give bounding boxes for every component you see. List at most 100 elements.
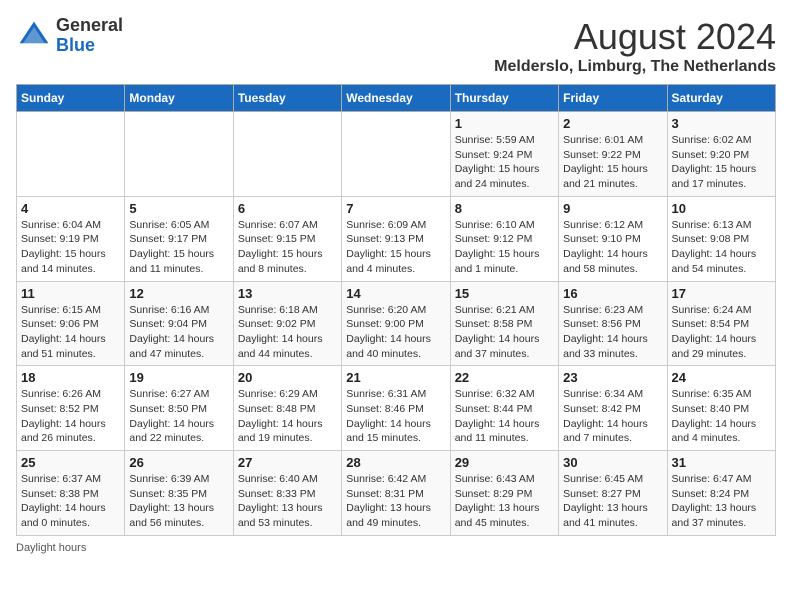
footer-note: Daylight hours: [16, 542, 776, 554]
page-header: General Blue August 2024 Melderslo, Limb…: [16, 16, 776, 76]
calendar-cell: 1 Sunrise: 5:59 AM Sunset: 9:24 PM Daylig…: [450, 112, 558, 197]
day-number: 28: [346, 455, 445, 470]
weekday-header-saturday: Saturday: [667, 85, 775, 112]
calendar-cell: 12 Sunrise: 6:16 AM Sunset: 9:04 PM Dayli…: [125, 281, 233, 366]
day-number: 31: [672, 455, 771, 470]
calendar-week-row: 4Sunrise: 6:04 AM Sunset: 9:19 PM Daylig…: [17, 196, 776, 281]
day-number: 11: [21, 286, 120, 301]
day-info: Sunrise: 6:01 AM Sunset: 9:22 PM Dayligh…: [563, 133, 662, 192]
day-info: Sunrise: 6:05 AM Sunset: 9:17 PM Dayligh…: [129, 218, 228, 277]
calendar-cell: 31 Sunrise: 6:47 AM Sunset: 8:24 PM Dayli…: [667, 451, 775, 536]
day-info: Sunrise: 6:43 AM Sunset: 8:29 PM Dayligh…: [455, 472, 554, 531]
calendar-cell: 5Sunrise: 6:05 AM Sunset: 9:17 PM Daylig…: [125, 196, 233, 281]
day-info: Sunrise: 6:26 AM Sunset: 8:52 PM Dayligh…: [21, 387, 120, 446]
day-info: Sunrise: 6:39 AM Sunset: 8:35 PM Dayligh…: [129, 472, 228, 531]
day-info: Sunrise: 6:16 AM Sunset: 9:04 PM Dayligh…: [129, 303, 228, 362]
calendar-cell: 6 Sunrise: 6:07 AM Sunset: 9:15 PM Daylig…: [233, 196, 341, 281]
calendar-cell: 26 Sunrise: 6:39 AM Sunset: 8:35 PM Dayli…: [125, 451, 233, 536]
calendar-cell: 29Sunrise: 6:43 AM Sunset: 8:29 PM Dayli…: [450, 451, 558, 536]
calendar-cell: 2Sunrise: 6:01 AM Sunset: 9:22 PM Daylig…: [559, 112, 667, 197]
day-number: 26: [129, 455, 228, 470]
day-info: Sunrise: 6:10 AM Sunset: 9:12 PM Dayligh…: [455, 218, 554, 277]
day-info: Sunrise: 6:23 AM Sunset: 8:56 PM Dayligh…: [563, 303, 662, 362]
day-number: 18: [21, 370, 120, 385]
logo-general-text: General: [56, 16, 123, 36]
day-info: Sunrise: 6:27 AM Sunset: 8:50 PM Dayligh…: [129, 387, 228, 446]
day-info: Sunrise: 6:35 AM Sunset: 8:40 PM Dayligh…: [672, 387, 771, 446]
calendar-cell: [17, 112, 125, 197]
day-number: 19: [129, 370, 228, 385]
calendar-cell: 20 Sunrise: 6:29 AM Sunset: 8:48 PM Dayli…: [233, 366, 341, 451]
day-number: 30: [563, 455, 662, 470]
logo: General Blue: [16, 16, 123, 56]
logo-icon: [16, 18, 52, 54]
subtitle: Melderslo, Limburg, The Netherlands: [494, 58, 776, 76]
calendar-cell: 7 Sunrise: 6:09 AM Sunset: 9:13 PM Daylig…: [342, 196, 450, 281]
day-number: 3: [672, 116, 771, 131]
daylight-label: Daylight hours: [16, 542, 86, 554]
day-info: Sunrise: 6:21 AM Sunset: 8:58 PM Dayligh…: [455, 303, 554, 362]
day-info: Sunrise: 6:40 AM Sunset: 8:33 PM Dayligh…: [238, 472, 337, 531]
day-info: Sunrise: 6:07 AM Sunset: 9:15 PM Dayligh…: [238, 218, 337, 277]
calendar-cell: 10 Sunrise: 6:13 AM Sunset: 9:08 PM Dayli…: [667, 196, 775, 281]
calendar-cell: [125, 112, 233, 197]
weekday-header-thursday: Thursday: [450, 85, 558, 112]
day-number: 25: [21, 455, 120, 470]
calendar-cell: 30 Sunrise: 6:45 AM Sunset: 8:27 PM Dayli…: [559, 451, 667, 536]
calendar-cell: 17 Sunrise: 6:24 AM Sunset: 8:54 PM Dayli…: [667, 281, 775, 366]
day-info: Sunrise: 6:42 AM Sunset: 8:31 PM Dayligh…: [346, 472, 445, 531]
weekday-header-monday: Monday: [125, 85, 233, 112]
calendar-cell: 4Sunrise: 6:04 AM Sunset: 9:19 PM Daylig…: [17, 196, 125, 281]
calendar-week-row: 25Sunrise: 6:37 AM Sunset: 8:38 PM Dayli…: [17, 451, 776, 536]
day-number: 12: [129, 286, 228, 301]
weekday-header-row: SundayMondayTuesdayWednesdayThursdayFrid…: [17, 85, 776, 112]
calendar-cell: 21 Sunrise: 6:31 AM Sunset: 8:46 PM Dayli…: [342, 366, 450, 451]
day-info: Sunrise: 6:31 AM Sunset: 8:46 PM Dayligh…: [346, 387, 445, 446]
day-number: 6: [238, 201, 337, 216]
calendar-cell: 8Sunrise: 6:10 AM Sunset: 9:12 PM Daylig…: [450, 196, 558, 281]
calendar-cell: 27Sunrise: 6:40 AM Sunset: 8:33 PM Dayli…: [233, 451, 341, 536]
weekday-header-wednesday: Wednesday: [342, 85, 450, 112]
calendar-cell: 25Sunrise: 6:37 AM Sunset: 8:38 PM Dayli…: [17, 451, 125, 536]
calendar-cell: 28 Sunrise: 6:42 AM Sunset: 8:31 PM Dayli…: [342, 451, 450, 536]
day-number: 9: [563, 201, 662, 216]
calendar-week-row: 11Sunrise: 6:15 AM Sunset: 9:06 PM Dayli…: [17, 281, 776, 366]
day-number: 1: [455, 116, 554, 131]
day-info: Sunrise: 6:13 AM Sunset: 9:08 PM Dayligh…: [672, 218, 771, 277]
day-number: 7: [346, 201, 445, 216]
calendar-table: SundayMondayTuesdayWednesdayThursdayFrid…: [16, 84, 776, 536]
weekday-header-sunday: Sunday: [17, 85, 125, 112]
day-number: 20: [238, 370, 337, 385]
title-section: August 2024 Melderslo, Limburg, The Neth…: [494, 16, 776, 76]
day-number: 15: [455, 286, 554, 301]
day-info: Sunrise: 6:12 AM Sunset: 9:10 PM Dayligh…: [563, 218, 662, 277]
calendar-week-row: 18 Sunrise: 6:26 AM Sunset: 8:52 PM Dayli…: [17, 366, 776, 451]
calendar-cell: 11Sunrise: 6:15 AM Sunset: 9:06 PM Dayli…: [17, 281, 125, 366]
day-number: 24: [672, 370, 771, 385]
day-number: 16: [563, 286, 662, 301]
main-title: August 2024: [494, 16, 776, 58]
day-number: 13: [238, 286, 337, 301]
day-info: Sunrise: 6:45 AM Sunset: 8:27 PM Dayligh…: [563, 472, 662, 531]
calendar-cell: 24 Sunrise: 6:35 AM Sunset: 8:40 PM Dayli…: [667, 366, 775, 451]
day-info: Sunrise: 5:59 AM Sunset: 9:24 PM Dayligh…: [455, 133, 554, 192]
daylight-note: Daylight hours: [16, 542, 86, 554]
day-info: Sunrise: 6:09 AM Sunset: 9:13 PM Dayligh…: [346, 218, 445, 277]
day-info: Sunrise: 6:24 AM Sunset: 8:54 PM Dayligh…: [672, 303, 771, 362]
day-info: Sunrise: 6:34 AM Sunset: 8:42 PM Dayligh…: [563, 387, 662, 446]
day-number: 17: [672, 286, 771, 301]
calendar-header: SundayMondayTuesdayWednesdayThursdayFrid…: [17, 85, 776, 112]
calendar-cell: 19 Sunrise: 6:27 AM Sunset: 8:50 PM Dayli…: [125, 366, 233, 451]
day-number: 4: [21, 201, 120, 216]
day-number: 23: [563, 370, 662, 385]
day-number: 21: [346, 370, 445, 385]
day-info: Sunrise: 6:02 AM Sunset: 9:20 PM Dayligh…: [672, 133, 771, 192]
day-info: Sunrise: 6:29 AM Sunset: 8:48 PM Dayligh…: [238, 387, 337, 446]
weekday-header-tuesday: Tuesday: [233, 85, 341, 112]
day-info: Sunrise: 6:18 AM Sunset: 9:02 PM Dayligh…: [238, 303, 337, 362]
calendar-cell: 18 Sunrise: 6:26 AM Sunset: 8:52 PM Dayli…: [17, 366, 125, 451]
calendar-cell: 23 Sunrise: 6:34 AM Sunset: 8:42 PM Dayli…: [559, 366, 667, 451]
day-info: Sunrise: 6:47 AM Sunset: 8:24 PM Dayligh…: [672, 472, 771, 531]
calendar-cell: 9 Sunrise: 6:12 AM Sunset: 9:10 PM Daylig…: [559, 196, 667, 281]
day-number: 10: [672, 201, 771, 216]
